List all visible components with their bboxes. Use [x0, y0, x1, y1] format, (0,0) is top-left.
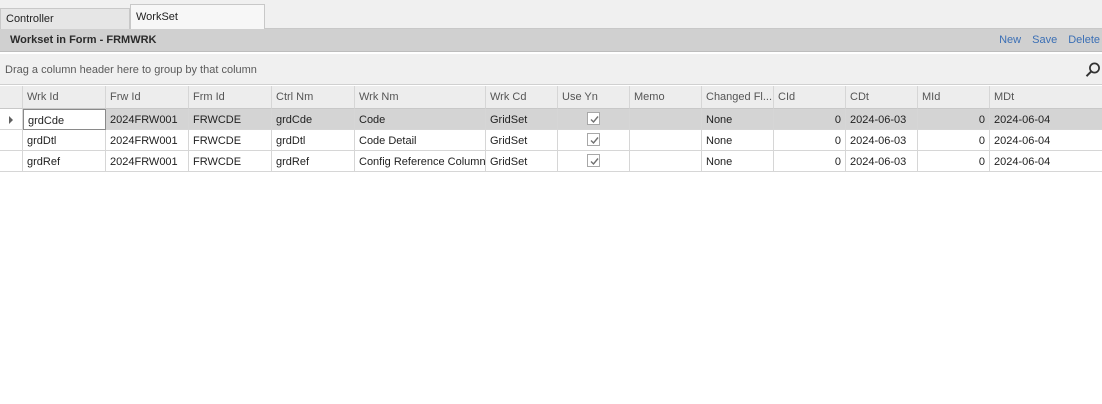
save-button[interactable]: Save: [1032, 34, 1057, 46]
cell-wrk-nm[interactable]: Config Reference Column: [355, 151, 486, 172]
row-indicator-cell[interactable]: [0, 109, 23, 130]
panel-actions: New Save Delete: [999, 34, 1100, 46]
cell-frw-id[interactable]: 2024FRW001: [106, 109, 189, 130]
cell-use-yn[interactable]: [558, 151, 630, 172]
cell-cdt[interactable]: 2024-06-03: [846, 151, 918, 172]
column-header-frw-id[interactable]: Frw Id: [106, 86, 189, 109]
tab-controller[interactable]: Controller: [0, 8, 130, 29]
header-indicator-cell: [0, 86, 23, 109]
row-indicator-arrow-icon: [9, 116, 13, 124]
column-header-cid[interactable]: CId: [774, 86, 846, 109]
column-header-wrk-cd[interactable]: Wrk Cd: [486, 86, 558, 109]
column-header-mid[interactable]: MId: [918, 86, 990, 109]
cell-wrk-cd[interactable]: GridSet: [486, 151, 558, 172]
cell-wrk-id[interactable]: grdCde: [23, 109, 106, 130]
cell-wrk-id[interactable]: grdDtl: [23, 130, 106, 151]
cell-mdt[interactable]: 2024-06-04: [990, 109, 1102, 130]
cell-mdt[interactable]: 2024-06-04: [990, 130, 1102, 151]
cell-mid[interactable]: 0: [918, 130, 990, 151]
cell-wrk-cd[interactable]: GridSet: [486, 109, 558, 130]
cell-use-yn[interactable]: [558, 130, 630, 151]
checkbox-checked-icon[interactable]: [587, 112, 600, 125]
column-header-changed-flag[interactable]: Changed Fl...: [702, 86, 774, 109]
cell-changed-flag[interactable]: None: [702, 109, 774, 130]
panel-title: Workset in Form - FRMWRK: [10, 34, 157, 46]
cell-memo[interactable]: [630, 109, 702, 130]
table-row[interactable]: grdCde 2024FRW001 FRWCDE grdCde Code Gri…: [0, 109, 1102, 130]
tab-workset[interactable]: WorkSet: [130, 4, 265, 30]
cell-wrk-cd[interactable]: GridSet: [486, 130, 558, 151]
cell-wrk-nm[interactable]: Code: [355, 109, 486, 130]
column-header-memo[interactable]: Memo: [630, 86, 702, 109]
column-header-use-yn[interactable]: Use Yn: [558, 86, 630, 109]
cell-changed-flag[interactable]: None: [702, 151, 774, 172]
row-indicator-cell[interactable]: [0, 151, 23, 172]
column-header-frm-id[interactable]: Frm Id: [189, 86, 272, 109]
cell-cid[interactable]: 0: [774, 130, 846, 151]
cell-cdt[interactable]: 2024-06-03: [846, 109, 918, 130]
cell-frm-id[interactable]: FRWCDE: [189, 151, 272, 172]
search-icon[interactable]: [1084, 61, 1102, 79]
cell-frw-id[interactable]: 2024FRW001: [106, 130, 189, 151]
panel-header: Workset in Form - FRMWRK New Save Delete: [0, 29, 1102, 52]
column-header-wrk-nm[interactable]: Wrk Nm: [355, 86, 486, 109]
cell-ctrl-nm[interactable]: grdRef: [272, 151, 355, 172]
cell-mid[interactable]: 0: [918, 109, 990, 130]
workset-grid: Wrk Id Frw Id Frm Id Ctrl Nm Wrk Nm Wrk …: [0, 86, 1102, 172]
cell-cid[interactable]: 0: [774, 151, 846, 172]
cell-frw-id[interactable]: 2024FRW001: [106, 151, 189, 172]
cell-mid[interactable]: 0: [918, 151, 990, 172]
column-header-ctrl-nm[interactable]: Ctrl Nm: [272, 86, 355, 109]
checkbox-checked-icon[interactable]: [587, 154, 600, 167]
checkbox-checked-icon[interactable]: [587, 133, 600, 146]
cell-changed-flag[interactable]: None: [702, 130, 774, 151]
tab-strip: Controller WorkSet: [0, 0, 1102, 30]
cell-frm-id[interactable]: FRWCDE: [189, 130, 272, 151]
cell-frm-id[interactable]: FRWCDE: [189, 109, 272, 130]
table-row[interactable]: grdDtl 2024FRW001 FRWCDE grdDtl Code Det…: [0, 130, 1102, 151]
cell-use-yn[interactable]: [558, 109, 630, 130]
table-row[interactable]: grdRef 2024FRW001 FRWCDE grdRef Config R…: [0, 151, 1102, 172]
cell-memo[interactable]: [630, 130, 702, 151]
cell-wrk-nm[interactable]: Code Detail: [355, 130, 486, 151]
column-header-wrk-id[interactable]: Wrk Id: [23, 86, 106, 109]
group-by-panel[interactable]: Drag a column header here to group by th…: [0, 54, 1102, 85]
delete-button[interactable]: Delete: [1068, 34, 1100, 46]
cell-memo[interactable]: [630, 151, 702, 172]
cell-ctrl-nm[interactable]: grdDtl: [272, 130, 355, 151]
grid-header-row: Wrk Id Frw Id Frm Id Ctrl Nm Wrk Nm Wrk …: [0, 86, 1102, 109]
cell-wrk-id[interactable]: grdRef: [23, 151, 106, 172]
cell-ctrl-nm[interactable]: grdCde: [272, 109, 355, 130]
new-button[interactable]: New: [999, 34, 1021, 46]
column-header-cdt[interactable]: CDt: [846, 86, 918, 109]
cell-cdt[interactable]: 2024-06-03: [846, 130, 918, 151]
column-header-mdt[interactable]: MDt: [990, 86, 1102, 109]
cell-cid[interactable]: 0: [774, 109, 846, 130]
cell-mdt[interactable]: 2024-06-04: [990, 151, 1102, 172]
group-by-hint: Drag a column header here to group by th…: [5, 64, 257, 76]
row-indicator-cell[interactable]: [0, 130, 23, 151]
